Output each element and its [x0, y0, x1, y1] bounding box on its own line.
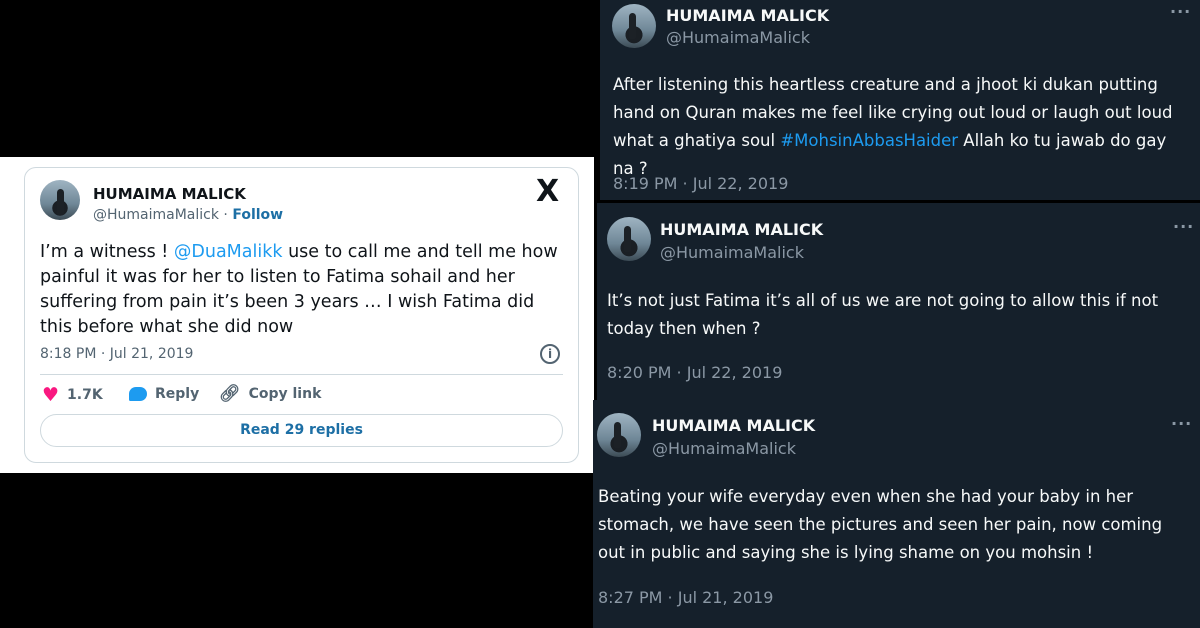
x-logo-icon[interactable]: X — [536, 174, 559, 209]
mention-link[interactable]: @DuaMalikk — [174, 242, 283, 262]
reply-bubble-icon — [129, 387, 147, 401]
author-handle[interactable]: @HumaimaMalick — [93, 207, 219, 223]
author-handle[interactable]: @HumaimaMalick — [652, 439, 796, 458]
author-name[interactable]: HUMAIMA MALICK — [652, 416, 815, 435]
like-count: 1.7K — [67, 387, 103, 403]
like-button[interactable]: ♥ 1.7K — [42, 384, 103, 406]
separator: · — [223, 207, 228, 223]
copy-link-label: Copy link — [248, 386, 322, 402]
tweet-text: After listening this heartless creature … — [613, 71, 1188, 183]
dark-tweet-1: HUMAIMA MALICK @HumaimaMalick ··· After … — [600, 0, 1200, 200]
copy-link-icon: 🔗︎ — [219, 384, 241, 404]
author-name[interactable]: HUMAIMA MALICK — [93, 185, 246, 203]
reply-button[interactable]: Reply — [129, 386, 199, 402]
divider — [40, 374, 563, 375]
avatar[interactable] — [597, 413, 641, 457]
more-options-icon[interactable]: ··· — [1173, 217, 1194, 236]
avatar[interactable] — [40, 180, 80, 220]
tweet-timestamp[interactable]: 8:27 PM · Jul 21, 2019 — [598, 588, 773, 607]
tweet-timestamp[interactable]: 8:19 PM · Jul 22, 2019 — [613, 174, 788, 193]
dark-tweet-2: HUMAIMA MALICK @HumaimaMalick ··· It’s n… — [597, 203, 1200, 400]
follow-button[interactable]: Follow — [232, 207, 283, 223]
author-name[interactable]: HUMAIMA MALICK — [666, 6, 829, 25]
info-icon[interactable]: i — [540, 344, 560, 364]
tweet-text: It’s not just Fatima it’s all of us we a… — [607, 291, 1159, 338]
tweet-text: Beating your wife everyday even when she… — [598, 487, 1163, 562]
more-options-icon[interactable]: ··· — [1170, 2, 1191, 21]
read-replies-button[interactable]: Read 29 replies — [40, 414, 563, 447]
tweet-text: I’m a witness ! @DuaMalikk use to call m… — [40, 240, 560, 340]
author-handle-line: @HumaimaMalick · Follow — [93, 207, 283, 223]
reply-label: Reply — [155, 386, 200, 402]
avatar[interactable] — [612, 4, 656, 48]
tweet-text-part: I’m a witness ! — [40, 242, 174, 262]
more-options-icon[interactable]: ··· — [1171, 414, 1192, 433]
copy-link-button[interactable]: 🔗︎ Copy link — [219, 384, 321, 404]
hashtag-link[interactable]: #MohsinAbbasHaider — [780, 131, 958, 150]
tweet-timestamp[interactable]: 8:18 PM · Jul 21, 2019 — [40, 346, 193, 362]
author-name[interactable]: HUMAIMA MALICK — [660, 220, 823, 239]
author-handle[interactable]: @HumaimaMalick — [660, 243, 804, 262]
dark-tweet-3: HUMAIMA MALICK @HumaimaMalick ··· Beatin… — [593, 400, 1200, 628]
avatar[interactable] — [607, 217, 651, 261]
tweet-timestamp[interactable]: 8:20 PM · Jul 22, 2019 — [607, 363, 782, 382]
embedded-tweet-card: HUMAIMA MALICK @HumaimaMalick · Follow X… — [24, 167, 579, 463]
author-handle[interactable]: @HumaimaMalick — [666, 28, 810, 47]
heart-icon: ♥ — [42, 384, 60, 406]
